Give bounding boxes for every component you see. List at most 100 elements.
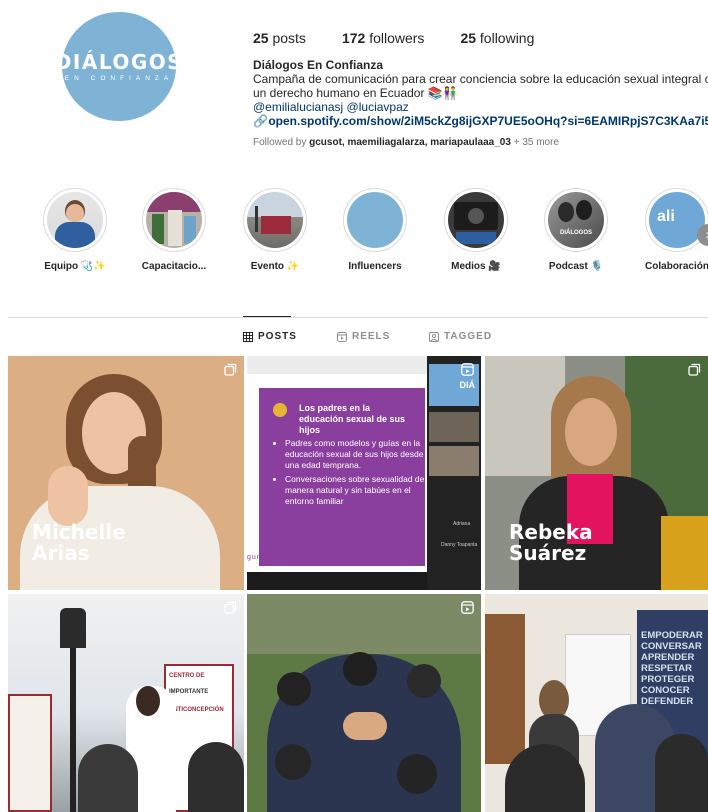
profile-name: Diálogos En Confianza [253,58,384,72]
stat-posts-label: posts [272,30,306,46]
post-3-name-line1: Rebeka [509,520,593,544]
slide-title: Los padres en la educación sexual de sus… [299,403,406,435]
banner-line-2: CONVERSAR [641,641,702,652]
highlight-ring [444,188,508,252]
bio-link[interactable]: 🔗 open.spotify.com/show/2iM5ckZg8ijGXP7U… [253,114,708,128]
highlight-medios[interactable]: Medios 🎥 [426,188,526,272]
bio-link-text: open.spotify.com/show/2iM5ckZg8ijGXP7UE5… [268,114,708,128]
highlight-ring: DIÁLOGOS [544,188,608,252]
highlight-podcast[interactable]: DIÁLOGOS Podcast 🎙️ [526,188,626,272]
highlight-thumb [47,192,103,248]
banner-line-6: CONOCER [641,685,690,696]
stat-following-count: 25 [460,30,477,46]
highlight-ring [142,188,206,252]
banner-line-5: PROTEGER [641,674,695,685]
participant-1: Adriana [453,521,471,527]
post-tile-1[interactable]: Michelle Arias [8,356,244,590]
stat-following-label: following [479,30,535,46]
highlight-label: Colaboración [645,261,708,272]
slide-bullet-dot [273,403,287,417]
tagged-icon [429,331,439,342]
reels-icon [337,331,347,342]
sign-line-1: CENTRO DE [169,673,205,679]
post-tile-2[interactable]: Los padres en la educación sexual de sus… [247,356,481,590]
tab-posts-label: POSTS [258,331,297,342]
highlight-ring [43,188,107,252]
post-1-name-line1: Michelle [32,520,126,544]
followed-prefix: Followed by [253,137,310,148]
profile-avatar[interactable]: DIÁLOGOS EN CONFIANZA [62,12,176,121]
post-tile-5[interactable] [247,594,481,812]
post-tile-3[interactable]: Rebeka Suárez [485,356,708,590]
slide-bullet-1: Padres como modelos y guías en la educac… [285,438,433,471]
bio-line-2: un derecho humano en Ecuador 📚👫 [253,86,458,100]
highlight-thumb [146,192,202,248]
highlight-ring: ali [645,188,708,252]
sign-line-2: IMPORTANTE [169,689,209,695]
slide-bullets: Padres como modelos y guías en la educac… [273,438,433,507]
active-tab-indicator [243,316,291,317]
highlight-thumb [247,192,303,248]
stat-followers-count: 172 [341,30,366,46]
tab-reels[interactable]: REELS [337,331,390,342]
highlight-ring [243,188,307,252]
stat-followers-label: followers [369,30,425,46]
banner-line-3: APRENDER [641,652,695,663]
highlight-label: Podcast 🎙️ [548,261,604,272]
post-3-name-line2: Suárez [509,541,587,565]
tab-posts[interactable]: POSTS [243,331,297,342]
stat-posts-count: 25 [253,30,269,46]
carousel-icon [688,363,701,376]
participant-2: Danny Toapanta [441,542,478,548]
tab-tagged-label: TAGGED [444,331,493,342]
post-3-name: Rebeka Suárez [509,522,593,564]
link-icon: 🔗 [253,114,268,128]
bio-line-1: Campaña de comunicación para crear conci… [253,72,708,86]
grid-icon [243,331,253,342]
highlight-equipo[interactable]: Equipo 🩺✨ [25,188,125,272]
highlight-label: Influencers [348,261,402,272]
post-1-name: Michelle Arias [32,522,126,564]
highlight-ring [343,188,407,252]
sign-line-3: ANTICONCEPCIÓN [169,707,224,713]
banner-line-1: EMPODERAR [641,630,703,641]
post-tile-4[interactable]: CENTRO DE IMPORTANTE ANTICONCEPCIÓN [8,594,244,812]
reel-icon [461,363,474,376]
banner-line-4: RESPETAR [641,663,693,674]
avatar-logo-subtext: EN CONFIANZA [64,74,174,82]
profile-stats: 25 posts 172 followers 25 following [253,30,570,46]
carousel-icon [224,601,237,614]
highlight-thumb: DIÁLOGOS [548,192,604,248]
stat-following[interactable]: 25 following [460,30,534,46]
highlight-capacitacion[interactable]: Capacitacio... [124,188,224,272]
highlight-colaboracion[interactable]: ali Colaboración [627,188,708,272]
highlight-evento[interactable]: Evento ✨ [225,188,325,272]
carousel-icon [224,363,237,376]
post-tile-6[interactable]: EMPODERAR CONVERSAR APRENDER RESPETAR PR… [485,594,708,812]
stat-posts: 25 posts [253,30,306,46]
highlight-label: Medios 🎥 [451,261,501,272]
reel-icon [461,601,474,614]
highlight-influencers[interactable]: Influencers [325,188,425,272]
highlight-thumb [448,192,504,248]
slide-toolbar [247,356,427,374]
post-1-name-line2: Arias [32,541,90,565]
followed-names: gcusot, maemiliagalarza, mariapaulaaa_03 [309,137,511,148]
slide-footer: guno.com [247,554,286,561]
highlight-label: Evento ✨ [250,261,300,272]
highlight-thumb [347,192,403,248]
highlight-label: Equipo 🩺✨ [44,261,106,272]
stat-followers[interactable]: 172 followers [342,30,425,46]
tab-tagged[interactable]: TAGGED [429,331,492,342]
followed-by[interactable]: Followed by gcusot, maemiliagalarza, mar… [253,137,559,148]
avatar-logo-text: DIÁLOGOS [62,49,176,74]
ali-thumb-text: ali [657,208,675,225]
tab-reels-label: REELS [352,331,391,342]
highlight-thumb: ali [649,192,705,248]
podcast-thumb-text: DIÁLOGOS [559,230,592,236]
banner-line-7: DEFENDER [641,696,694,707]
highlight-label: Capacitacio... [141,261,207,272]
followed-more: + 35 more [510,137,560,148]
bio-mentions[interactable]: @emilialucianasj @luciavpaz [253,100,708,114]
slide-bullet-2: Conversaciones sobre sexualidad de maner… [285,474,433,507]
